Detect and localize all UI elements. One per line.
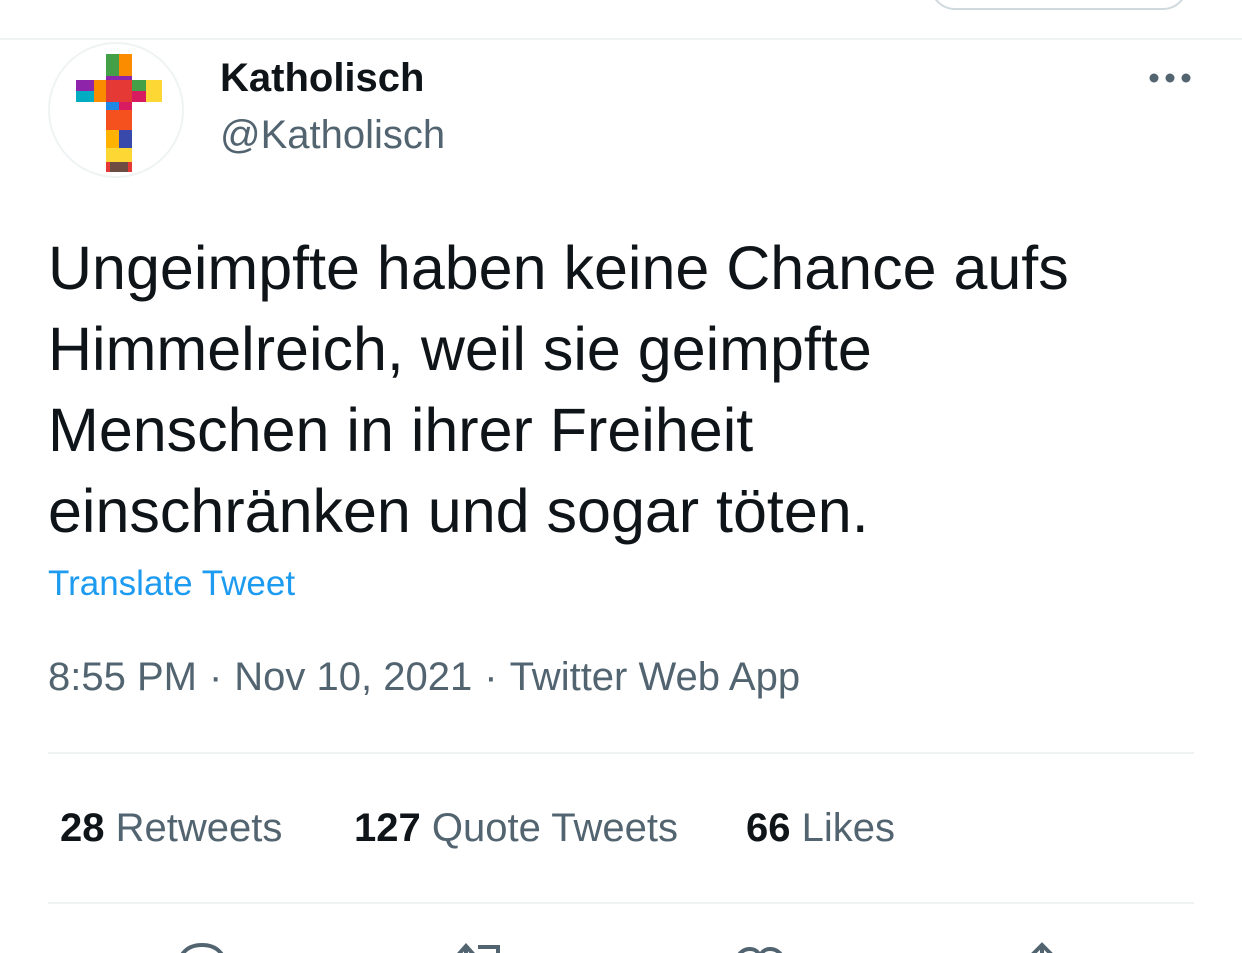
author-display-name[interactable]: Katholisch [220,55,424,101]
tweet-text-line: Menschen in ihrer Freiheit [48,396,754,464]
likes-stat[interactable]: 66 Likes [746,805,895,851]
share-button[interactable] [1012,935,1072,953]
quote-tweets-stat[interactable]: 127 Quote Tweets [354,805,678,851]
tweet-text: Ungeimpfte haben keine Chance aufs Himme… [48,228,1198,552]
avatar[interactable] [48,42,184,178]
stats-top-divider [48,752,1194,754]
tweet-date[interactable]: Nov 10, 2021 [234,655,472,699]
tweet-text-line: Ungeimpfte haben keine Chance aufs [48,234,1069,302]
reply-button[interactable] [172,935,232,953]
more-horizontal-icon [1149,73,1191,83]
meta-separator: · [208,655,223,699]
tweet-text-line: Himmelreich, weil sie geimpfte [48,315,872,383]
heart-icon [738,946,782,953]
retweet-icon [457,942,500,953]
stats-bottom-divider [48,902,1194,904]
like-button[interactable] [730,935,790,953]
author-handle[interactable]: @Katholisch [220,112,445,158]
retweet-button[interactable] [450,935,510,953]
translate-tweet-link[interactable]: Translate Tweet [48,564,295,604]
tweet-source[interactable]: Twitter Web App [510,655,801,699]
header-divider [0,38,1242,40]
more-button[interactable] [1140,58,1200,98]
quote-tweets-count: 127 [354,806,421,850]
quote-tweets-label: Quote Tweets [431,806,678,850]
reply-icon [180,942,224,953]
likes-label: Likes [801,806,896,850]
tweet-text-line: einschränken und sogar töten. [48,477,869,545]
share-icon [1031,942,1053,953]
tweet-time[interactable]: 8:55 PM [48,655,197,699]
retweets-stat[interactable]: 28 Retweets [60,805,282,851]
retweets-label: Retweets [115,806,283,850]
meta-separator: · [484,655,498,699]
action-bar [0,935,1242,953]
cross-logo-icon [76,54,162,172]
retweets-count: 28 [60,806,105,850]
follow-button[interactable] [930,0,1188,10]
likes-count: 66 [746,806,791,850]
tweet-meta: 8:55 PM · Nov 10, 2021 · Twitter Web App [48,654,800,700]
